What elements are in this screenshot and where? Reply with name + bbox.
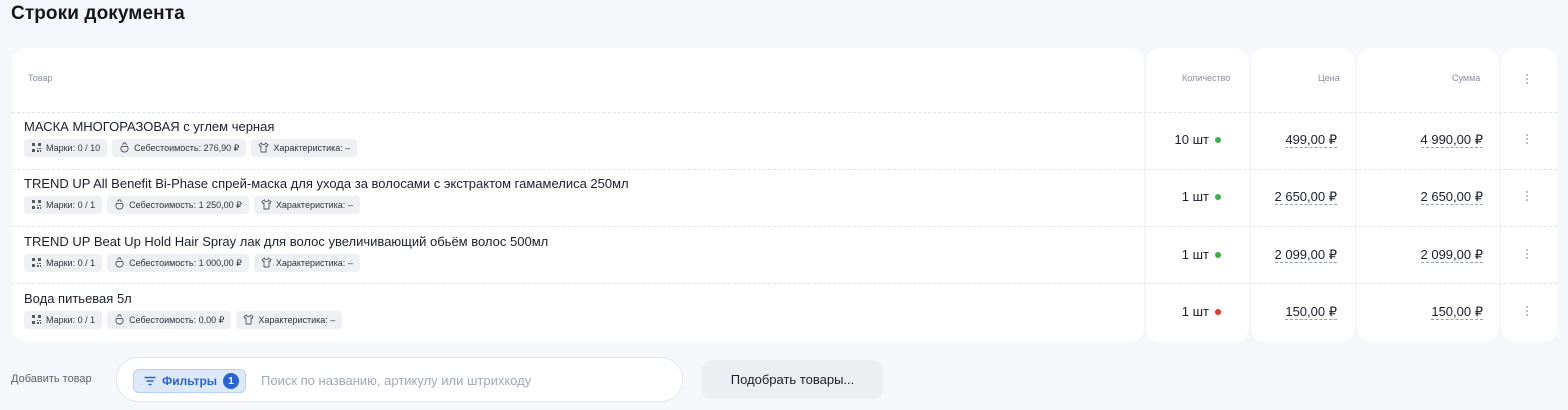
document-lines-page: Строки документа Товар Количество Цена С… bbox=[0, 0, 1568, 410]
cost-text: Себестоимость: 1 000,00 ₽ bbox=[129, 257, 242, 268]
sum-value: 150,00 ₽ bbox=[1431, 304, 1483, 320]
money-bag-icon bbox=[114, 199, 125, 212]
cost-chip[interactable]: Себестоимость: 0.00 ₽ bbox=[107, 311, 232, 329]
cost-text: Себестоимость: 0.00 ₽ bbox=[129, 314, 225, 325]
marks-text: Марки: 0 / 1 bbox=[46, 258, 96, 268]
add-product-label: Добавить товар bbox=[11, 373, 92, 385]
marks-chip[interactable]: Марки: 0 / 10 bbox=[24, 139, 108, 157]
section-title: Строки документа bbox=[11, 3, 185, 24]
marks-text: Марки: 0 / 1 bbox=[46, 315, 96, 325]
cost-chip[interactable]: Себестоимость: 1 250,00 ₽ bbox=[107, 196, 249, 214]
shirt-icon bbox=[261, 256, 272, 270]
characteristic-text: Характеристика: – bbox=[275, 200, 353, 210]
marks-text: Марки: 0 / 1 bbox=[46, 200, 96, 210]
quantity-value[interactable]: 10 шт bbox=[1149, 132, 1209, 147]
row-more-icon[interactable] bbox=[1522, 189, 1532, 203]
characteristic-text: Характеристика: – bbox=[275, 258, 353, 268]
header-sum: Сумма bbox=[1452, 73, 1481, 83]
filter-icon bbox=[144, 376, 156, 386]
barcode-icon bbox=[31, 314, 42, 327]
price-value[interactable]: 499,00 ₽ bbox=[1251, 132, 1337, 148]
characteristic-chip[interactable]: Характеристика: – bbox=[251, 139, 358, 157]
filters-count-badge: 1 bbox=[223, 373, 240, 389]
search-input[interactable] bbox=[261, 370, 661, 390]
characteristic-text: Характеристика: – bbox=[258, 315, 336, 325]
price-value[interactable]: 2 650,00 ₽ bbox=[1251, 189, 1337, 205]
row-more-icon[interactable] bbox=[1522, 304, 1532, 318]
product-name[interactable]: Вода питьевая 5л bbox=[24, 291, 132, 306]
barcode-icon bbox=[31, 142, 42, 155]
barcode-icon bbox=[31, 257, 42, 270]
shirt-icon bbox=[243, 313, 254, 327]
sum-value: 2 650,00 ₽ bbox=[1420, 189, 1483, 205]
money-bag-icon bbox=[119, 142, 130, 155]
cost-chip[interactable]: Себестоимость: 1 000,00 ₽ bbox=[107, 254, 249, 272]
header-more-icon[interactable] bbox=[1522, 72, 1532, 86]
row-more-icon[interactable] bbox=[1522, 132, 1532, 146]
money-bag-icon bbox=[114, 257, 125, 270]
status-dot bbox=[1215, 194, 1221, 200]
cost-chip[interactable]: Себестоимость: 276,90 ₽ bbox=[112, 139, 247, 157]
header-product: Товар bbox=[28, 73, 53, 83]
filters-label: Фильтры bbox=[162, 374, 218, 388]
quantity-value[interactable]: 1 шт bbox=[1149, 247, 1209, 262]
table-row[interactable]: Вода питьевая 5л Марки: 0 / 1 Себестоимо… bbox=[12, 284, 1557, 341]
header-price: Цена bbox=[1318, 73, 1340, 83]
product-name[interactable]: TREND UP Beat Up Hold Hair Spray лак для… bbox=[24, 234, 548, 249]
quantity-value[interactable]: 1 шт bbox=[1149, 189, 1209, 204]
sum-value: 2 099,00 ₽ bbox=[1420, 247, 1483, 263]
characteristic-chip[interactable]: Характеристика: – bbox=[253, 254, 360, 272]
marks-text: Марки: 0 / 10 bbox=[46, 143, 101, 153]
status-dot bbox=[1215, 137, 1221, 143]
marks-chip[interactable]: Марки: 0 / 1 bbox=[24, 196, 103, 214]
table-row[interactable]: TREND UP All Benefit Bi-Phase спрей-маск… bbox=[12, 169, 1557, 226]
table-row[interactable]: TREND UP Beat Up Hold Hair Spray лак для… bbox=[12, 227, 1557, 284]
cost-text: Себестоимость: 276,90 ₽ bbox=[134, 142, 240, 153]
money-bag-icon bbox=[114, 314, 125, 327]
header-quantity: Количество bbox=[1182, 73, 1231, 83]
marks-chip[interactable]: Марки: 0 / 1 bbox=[24, 254, 103, 272]
row-more-icon[interactable] bbox=[1522, 247, 1532, 261]
price-value[interactable]: 2 099,00 ₽ bbox=[1251, 247, 1337, 263]
product-name[interactable]: TREND UP All Benefit Bi-Phase спрей-маск… bbox=[24, 176, 629, 191]
price-value[interactable]: 150,00 ₽ bbox=[1251, 304, 1337, 320]
barcode-icon bbox=[31, 199, 42, 212]
product-search-bar: Фильтры 1 bbox=[116, 357, 683, 402]
status-dot bbox=[1215, 309, 1221, 315]
shirt-icon bbox=[258, 141, 269, 155]
characteristic-text: Характеристика: – bbox=[273, 143, 351, 153]
filters-button[interactable]: Фильтры 1 bbox=[133, 369, 247, 393]
characteristic-chip[interactable]: Характеристика: – bbox=[236, 311, 343, 329]
pick-products-button[interactable]: Подобрать товары... bbox=[702, 360, 883, 399]
table-row[interactable]: МАСКА МНОГОРАЗОВАЯ с углем черная Марки:… bbox=[12, 112, 1557, 169]
characteristic-chip[interactable]: Характеристика: – bbox=[253, 196, 360, 214]
product-name[interactable]: МАСКА МНОГОРАЗОВАЯ с углем черная bbox=[24, 119, 274, 134]
sum-value: 4 990,00 ₽ bbox=[1420, 132, 1483, 148]
cost-text: Себестоимость: 1 250,00 ₽ bbox=[129, 199, 242, 210]
status-dot bbox=[1215, 252, 1221, 258]
quantity-value[interactable]: 1 шт bbox=[1149, 304, 1209, 319]
shirt-icon bbox=[261, 198, 272, 212]
marks-chip[interactable]: Марки: 0 / 1 bbox=[24, 311, 103, 329]
